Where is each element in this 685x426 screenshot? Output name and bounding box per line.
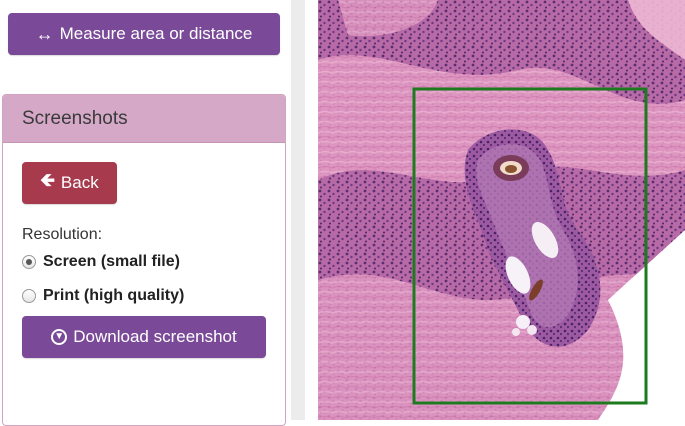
back-button[interactable]: 🡸 Back: [22, 162, 117, 204]
measure-button-label: Measure area or distance: [59, 24, 253, 43]
download-screenshot-button[interactable]: ▼ Download screenshot: [22, 316, 266, 358]
panel-divider[interactable]: [291, 0, 305, 420]
radio-print[interactable]: [22, 289, 36, 303]
download-button-label: Download screenshot: [73, 327, 237, 346]
left-right-arrow-icon: ↔: [35, 23, 54, 44]
measure-button[interactable]: ↔ Measure area or distance: [8, 13, 280, 55]
radio-screen[interactable]: [22, 255, 36, 269]
slide-viewer[interactable]: [318, 0, 685, 420]
radio-print-label: Print (high quality): [43, 287, 185, 304]
radio-option-screen[interactable]: Screen (small file): [22, 253, 180, 271]
tissue-image: [318, 0, 685, 420]
circle-arrow-down-icon: ▼: [51, 329, 68, 345]
radio-screen-label: Screen (small file): [43, 253, 180, 270]
radio-option-print[interactable]: Print (high quality): [22, 287, 184, 305]
resolution-label: Resolution:: [22, 226, 103, 243]
sidebar: ↔ Measure area or distance Screenshots 🡸…: [0, 0, 290, 426]
back-button-label: Back: [60, 173, 99, 192]
screenshots-panel-title: Screenshots: [3, 95, 285, 143]
arrow-left-icon: 🡸: [40, 170, 55, 190]
